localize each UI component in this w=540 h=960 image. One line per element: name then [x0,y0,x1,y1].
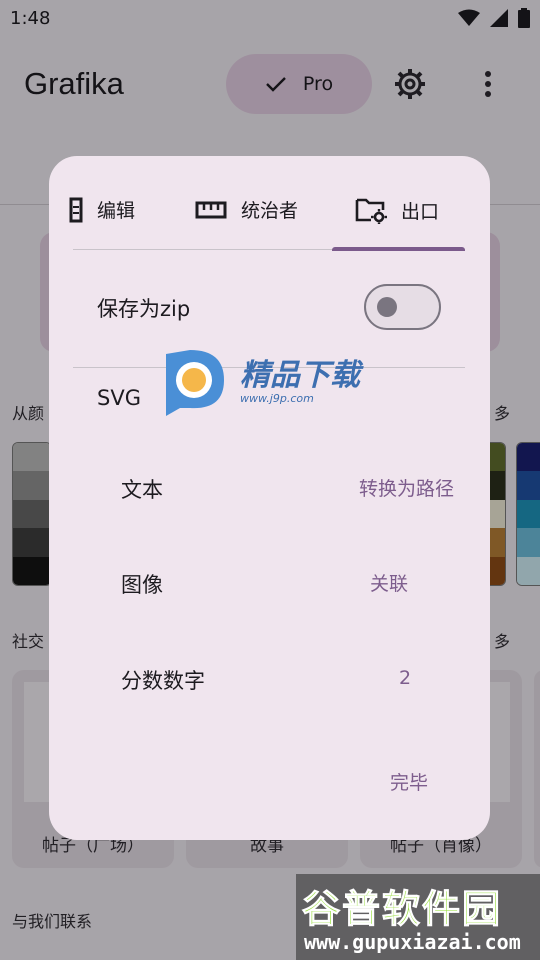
watermark-gupu-title: 谷普软件园 [301,887,503,932]
save-zip-label: 保存为zip [97,297,191,321]
watermark-j9p: 精品下载 www.j9p.com [160,346,360,418]
decimal-digits-label: 分数数字 [121,669,205,693]
edit-document-icon [69,197,83,222]
decimal-digits-value[interactable]: 2 [389,667,421,689]
watermark-gupu-url: www.gupuxiazai.com [304,930,521,954]
watermark-gupu: 谷普软件园 www.gupuxiazai.com [296,874,540,960]
done-button[interactable]: 完毕 [369,768,449,798]
folder-settings-icon [355,198,387,224]
tab-edit-label: 编辑 [97,200,136,222]
tab-ruler[interactable]: 统治者 [195,196,298,223]
export-settings-dialog: 编辑 统治者 出口 保存为zip SVG 文本 转换为路径 图像 关联 分数数字… [49,156,490,840]
tab-ruler-label: 统治者 [241,200,299,222]
tab-export[interactable]: 出口 [355,196,439,224]
image-option-label: 图像 [121,573,163,597]
tab-edit[interactable]: 编辑 [69,196,135,223]
watermark-j9p-url: www.j9p.com [240,391,314,405]
save-zip-toggle[interactable] [364,284,441,330]
text-option-value[interactable]: 转换为路径 [309,474,454,501]
j9p-logo-icon [166,350,224,416]
svg-section-title: SVG [97,386,141,410]
tab-export-label: 出口 [401,200,440,223]
toggle-thumb [377,297,397,317]
ruler-icon [195,201,227,218]
image-option-value[interactable]: 关联 [349,569,429,596]
watermark-j9p-title: 精品下载 [240,357,360,393]
tab-selected-indicator [332,247,465,251]
text-option-label: 文本 [121,478,163,502]
